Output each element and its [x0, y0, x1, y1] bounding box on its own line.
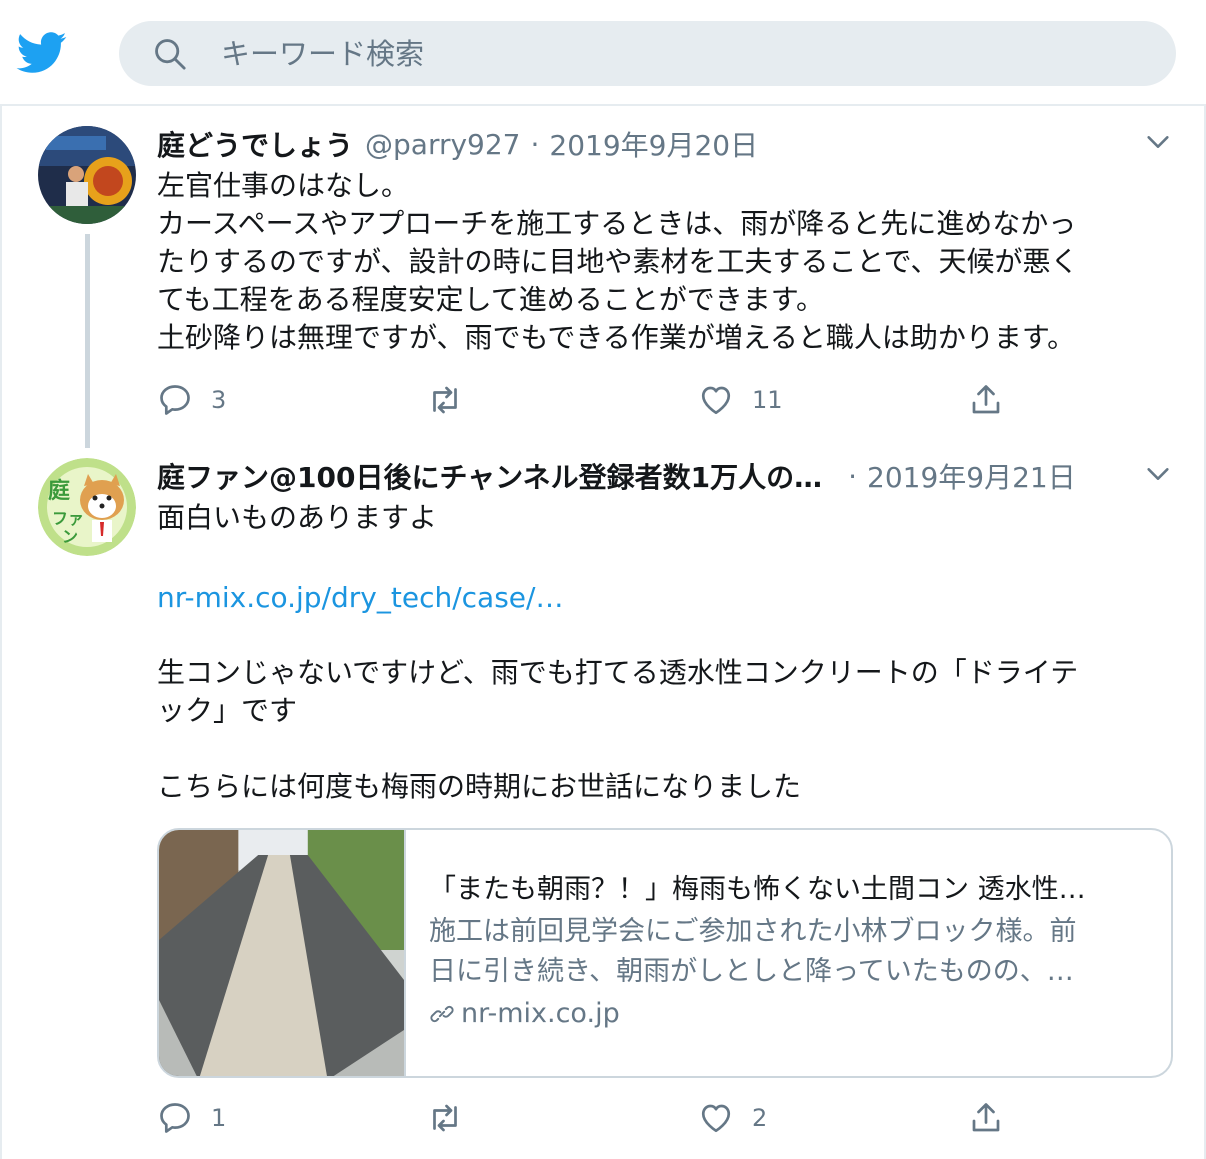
link-card[interactable]: 「またも朝雨？！」梅雨も怖くない土間コン 透水性… 施工は前回見学会にご参加され…	[157, 828, 1173, 1078]
share-icon	[972, 1103, 1000, 1132]
tweet-text: 左官仕事のはなし。 カースペースやアプローチを施工するときは、雨が降ると先に進め…	[157, 167, 1157, 357]
link-icon	[430, 1005, 454, 1023]
card-domain: nr-mix.co.jp	[429, 994, 1149, 1034]
retweet-button[interactable]	[427, 380, 481, 420]
chevron-down-icon[interactable]	[1144, 460, 1172, 488]
twitter-bird-icon[interactable]	[16, 32, 68, 74]
tweet-link[interactable]: nr-mix.co.jp/dry_tech/case/…	[157, 579, 1157, 617]
search-input[interactable]	[221, 21, 1121, 86]
tweet-line: ても工程をある程度安定して進めることができます。	[157, 283, 824, 316]
search-icon	[155, 39, 186, 70]
retweet-icon	[433, 386, 457, 414]
tweet-actions: 3 11	[157, 380, 1037, 420]
share-button[interactable]	[968, 380, 1004, 420]
card-title[interactable]: 「またも朝雨？！」梅雨も怖くない土間コン 透水性…	[429, 870, 1149, 910]
reply-icon	[160, 385, 190, 415]
tweet-line: たりするのですが、設計の時に目地や素材を工夫することで、天候が悪く	[157, 245, 1079, 278]
search-bar[interactable]	[119, 21, 1176, 86]
tweet-header: 庭ファン@100日後にチャンネル登録者数1万人の… · 2019年9月21日	[157, 456, 1076, 496]
reply-button[interactable]: 3	[157, 380, 226, 420]
heart-icon	[701, 1104, 731, 1133]
reply-button[interactable]: 1	[157, 1098, 226, 1138]
share-icon	[972, 385, 1000, 414]
user-name[interactable]: 庭ファン@100日後にチャンネル登録者数1万人の…	[157, 456, 822, 496]
tweet-text: こちらには何度も梅雨の時期にお世話になりました	[157, 768, 1157, 806]
card-domain-text: nr-mix.co.jp	[461, 998, 620, 1029]
card-description: 施工は前回見学会にご参加された小林ブロック様。前 日に引き続き、朝雨がしとしと降…	[429, 912, 1149, 992]
heart-icon	[701, 386, 731, 415]
svg-text:ン: ン	[62, 527, 78, 546]
tweet-actions: 1 2	[157, 1098, 1037, 1138]
tweet-text: 面白いものありますよ	[157, 499, 1157, 537]
separator-dot: ·	[848, 459, 857, 493]
like-button[interactable]: 2	[698, 1098, 767, 1138]
tweet-header: 庭どうでしょう @parry927 · 2019年9月20日	[157, 124, 758, 164]
reply-icon	[160, 1103, 190, 1133]
thread-line	[85, 234, 90, 448]
tweet-text: 生コンじゃないですけど、雨でも打てる透水性コンクリートの「ドライテ ック」です	[157, 654, 1157, 730]
share-button[interactable]	[968, 1098, 1004, 1138]
avatar-image	[38, 126, 136, 224]
chevron-down-icon[interactable]	[1144, 128, 1172, 156]
like-count: 2	[752, 1104, 768, 1132]
tweet-line: 土砂降りは無理ですが、雨でもできる作業が増えると職人は助かります。	[157, 321, 1076, 354]
reply-count: 1	[211, 1104, 227, 1132]
card-image	[159, 830, 406, 1076]
tweet-text: nr-mix.co.jp/dry_tech/case/…	[157, 579, 1157, 617]
avatar[interactable]	[38, 126, 136, 224]
tweet-line: 面白いものありますよ	[157, 501, 438, 534]
tweet-line: こちらには何度も梅雨の時期にお世話になりました	[157, 770, 802, 803]
card-description-line: 日に引き続き、朝雨がしとしと降っていたものの、…	[429, 956, 1074, 987]
retweet-icon	[433, 1104, 457, 1132]
retweet-button[interactable]	[427, 1098, 481, 1138]
like-button[interactable]: 11	[698, 380, 783, 420]
card-body: 「またも朝雨？！」梅雨も怖くない土間コン 透水性… 施工は前回見学会にご参加され…	[429, 870, 1149, 1034]
tweet-line: 生コンじゃないですけど、雨でも打てる透水性コンクリートの「ドライテ	[157, 656, 1079, 689]
svg-text:庭: 庭	[48, 478, 70, 504]
user-handle[interactable]: @parry927	[365, 128, 520, 161]
avatar-image: 庭 ファ ン	[38, 458, 136, 556]
tweet-date[interactable]: 2019年9月20日	[549, 124, 758, 164]
reply-count: 3	[211, 386, 227, 414]
separator-dot: ·	[530, 127, 540, 161]
tweet-line: 左官仕事のはなし。	[157, 169, 410, 202]
avatar[interactable]: 庭 ファ ン	[38, 458, 136, 556]
tweet-date[interactable]: 2019年9月21日	[867, 456, 1076, 496]
like-count: 11	[752, 386, 783, 414]
tweet-line: カースペースやアプローチを施工するときは、雨が降ると先に進めなかっ	[157, 207, 1077, 240]
card-description-line: 施工は前回見学会にご参加された小林ブロック様。前	[429, 916, 1077, 947]
frame-left	[0, 0, 2, 1159]
tweet-line: ック」です	[157, 694, 298, 727]
header	[0, 0, 1206, 106]
svg-text:ファ: ファ	[52, 509, 84, 528]
user-name[interactable]: 庭どうでしょう	[157, 124, 353, 164]
